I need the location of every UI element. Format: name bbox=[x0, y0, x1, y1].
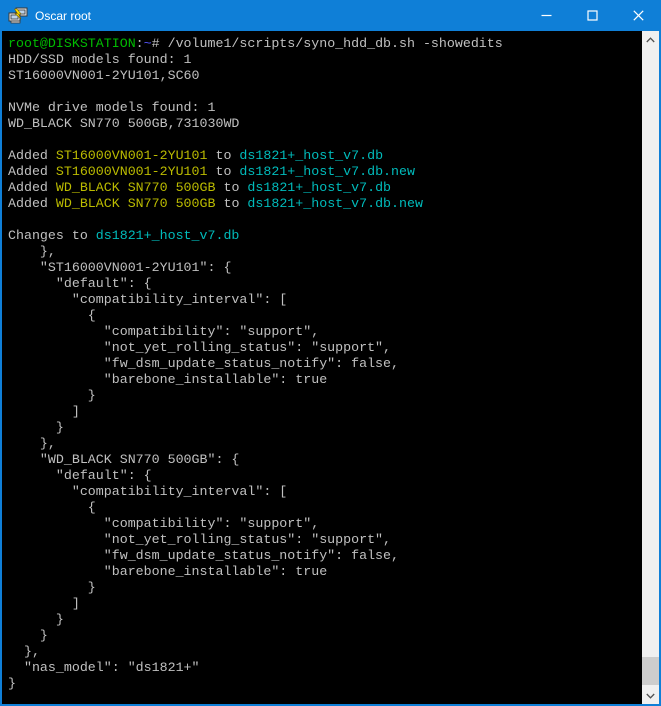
terminal-line bbox=[8, 84, 642, 100]
terminal-line: "compatibility_interval": [ bbox=[8, 292, 642, 308]
terminal-line bbox=[8, 132, 642, 148]
terminal-line: NVMe drive models found: 1 bbox=[8, 100, 642, 116]
terminal-line: }, bbox=[8, 436, 642, 452]
scroll-up-button[interactable] bbox=[642, 31, 659, 48]
terminal-line: } bbox=[8, 676, 642, 692]
terminal-line: "WD_BLACK SN770 500GB": { bbox=[8, 452, 642, 468]
scrollbar-thumb[interactable] bbox=[642, 657, 659, 685]
terminal-line: } bbox=[8, 628, 642, 644]
terminal-line: "compatibility_interval": [ bbox=[8, 484, 642, 500]
maximize-button[interactable] bbox=[569, 0, 615, 31]
terminal-line: "compatibility": "support", bbox=[8, 516, 642, 532]
minimize-button[interactable] bbox=[523, 0, 569, 31]
terminal-line: "fw_dsm_update_status_notify": false, bbox=[8, 356, 642, 372]
window-title: Oscar root bbox=[35, 9, 91, 23]
terminal-line bbox=[8, 212, 642, 228]
terminal-line: } bbox=[8, 580, 642, 596]
terminal-line: { bbox=[8, 308, 642, 324]
terminal-line: "not_yet_rolling_status": "support", bbox=[8, 340, 642, 356]
terminal-line: "nas_model": "ds1821+" bbox=[8, 660, 642, 676]
terminal-line: HDD/SSD models found: 1 bbox=[8, 52, 642, 68]
terminal-line: } bbox=[8, 612, 642, 628]
terminal-line: Added WD_BLACK SN770 500GB to ds1821+_ho… bbox=[8, 196, 642, 212]
terminal-line: "not_yet_rolling_status": "support", bbox=[8, 532, 642, 548]
window-controls bbox=[523, 0, 661, 31]
titlebar-left: Oscar root bbox=[0, 7, 523, 25]
terminal-line: Added WD_BLACK SN770 500GB to ds1821+_ho… bbox=[8, 180, 642, 196]
scroll-down-button[interactable] bbox=[642, 687, 659, 704]
terminal-line: WD_BLACK SN770 500GB,731030WD bbox=[8, 116, 642, 132]
chevron-up-icon bbox=[646, 37, 655, 43]
terminal-line: Added ST16000VN001-2YU101 to ds1821+_hos… bbox=[8, 164, 642, 180]
terminal-output[interactable]: root@DISKSTATION:~# /volume1/scripts/syn… bbox=[2, 31, 642, 704]
terminal-line: Changes to ds1821+_host_v7.db bbox=[8, 228, 642, 244]
window-body: root@DISKSTATION:~# /volume1/scripts/syn… bbox=[0, 31, 661, 706]
minimize-icon bbox=[541, 10, 552, 21]
terminal-line: Added ST16000VN001-2YU101 to ds1821+_hos… bbox=[8, 148, 642, 164]
terminal-scrollbar bbox=[642, 31, 659, 704]
chevron-down-icon bbox=[646, 693, 655, 699]
terminal-line: }, bbox=[8, 244, 642, 260]
terminal-line: ST16000VN001-2YU101,SC60 bbox=[8, 68, 642, 84]
terminal-line: } bbox=[8, 420, 642, 436]
terminal-line: "barebone_installable": true bbox=[8, 564, 642, 580]
terminal-line: "ST16000VN001-2YU101": { bbox=[8, 260, 642, 276]
terminal-line: "default": { bbox=[8, 276, 642, 292]
scrollbar-track[interactable] bbox=[642, 48, 659, 687]
putty-icon bbox=[8, 7, 28, 25]
terminal-line: } bbox=[8, 388, 642, 404]
maximize-icon bbox=[587, 10, 598, 21]
terminal-line: ] bbox=[8, 404, 642, 420]
close-icon bbox=[633, 10, 644, 21]
terminal-line: { bbox=[8, 500, 642, 516]
terminal-line: ] bbox=[8, 596, 642, 612]
terminal-line: "compatibility": "support", bbox=[8, 324, 642, 340]
terminal-line: }, bbox=[8, 644, 642, 660]
close-button[interactable] bbox=[615, 0, 661, 31]
terminal-line: "default": { bbox=[8, 468, 642, 484]
terminal-line: root@DISKSTATION:~# /volume1/scripts/syn… bbox=[8, 36, 642, 52]
terminal-line: "fw_dsm_update_status_notify": false, bbox=[8, 548, 642, 564]
terminal-line: "barebone_installable": true bbox=[8, 372, 642, 388]
titlebar[interactable]: Oscar root bbox=[0, 0, 661, 31]
putty-window: Oscar root root@DISKSTATION:~# /volume1/… bbox=[0, 0, 661, 706]
